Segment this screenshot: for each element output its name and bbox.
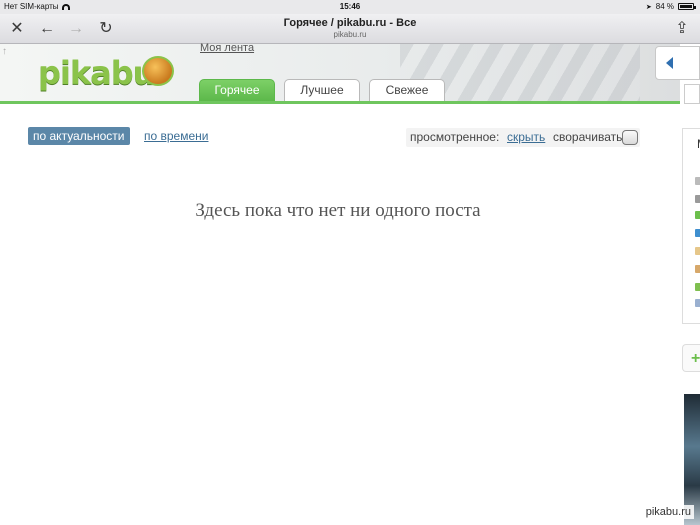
collapse-label: сворачивать [553, 130, 623, 144]
empty-feed-message: Здесь пока что нет ни одного поста [195, 200, 481, 221]
sidebar-panel: М [682, 128, 700, 324]
tab-hot[interactable]: Горячее [199, 79, 275, 101]
sidebar-item-icon[interactable] [695, 247, 700, 255]
status-right: ➤ 84 % [645, 2, 696, 11]
address-area[interactable]: Горячее / pikabu.ru - Все pikabu.ru [120, 17, 580, 39]
share-icon[interactable]: ⇪ [672, 19, 692, 39]
status-time: 15:46 [339, 2, 361, 11]
tab-best[interactable]: Лучшее [284, 79, 360, 101]
tab-fresh[interactable]: Свежее [369, 79, 445, 101]
left-arrow-icon [666, 57, 673, 69]
sidebar-item-icon[interactable] [695, 265, 700, 273]
collapse-checkbox[interactable] [622, 130, 638, 145]
viewed-label: просмотренное: [410, 130, 500, 144]
sidebar-input[interactable] [684, 84, 700, 104]
sidebar-item-icon[interactable] [695, 283, 700, 291]
my-feed-link[interactable]: Моя лента [200, 42, 254, 54]
pikabu-logo[interactable]: pikabu [38, 54, 155, 92]
sidebar-item-icon[interactable] [695, 299, 700, 307]
hide-viewed-link[interactable]: скрыть [507, 130, 545, 144]
sidebar-item-icon[interactable] [695, 229, 700, 237]
viewed-options: просмотренное: скрыть сворачивать [406, 128, 640, 147]
status-bar: Нет SIM-карты 15:46 ➤ 84 % [0, 0, 700, 14]
battery-percent: 84 % [655, 2, 674, 11]
sidebar-item-icon[interactable] [695, 195, 700, 203]
add-post-button[interactable]: + [682, 344, 700, 372]
plus-icon: + [691, 350, 700, 367]
sidebar-nav-button[interactable] [655, 46, 700, 80]
sort-by-relevance[interactable]: по актуальности [28, 127, 130, 145]
watermark: pikabu.ru [642, 505, 694, 519]
page-url: pikabu.ru [333, 30, 367, 39]
back-arrow-icon[interactable]: ← [37, 19, 57, 39]
sidebar-item-icon[interactable] [695, 177, 700, 185]
close-icon[interactable]: ✕ [7, 19, 27, 39]
browser-toolbar: ✕ ← → ↻ Горячее / pikabu.ru - Все pikabu… [0, 14, 700, 44]
screen: Нет SIM-карты 15:46 ➤ 84 % ✕ ← → ↻ Горяч… [0, 0, 700, 525]
forward-arrow-icon[interactable]: → [66, 19, 86, 39]
muffin-logo-icon [142, 56, 174, 86]
reload-icon[interactable]: ↻ [96, 19, 116, 39]
up-arrow-icon: ↑ [2, 46, 7, 57]
page-title: Горячее / pikabu.ru - Все [283, 17, 417, 29]
location-icon: ➤ [645, 3, 652, 11]
sort-by-time-link[interactable]: по времени [144, 128, 208, 144]
sidebar-item-icon[interactable] [695, 211, 700, 219]
battery-icon [678, 3, 696, 10]
